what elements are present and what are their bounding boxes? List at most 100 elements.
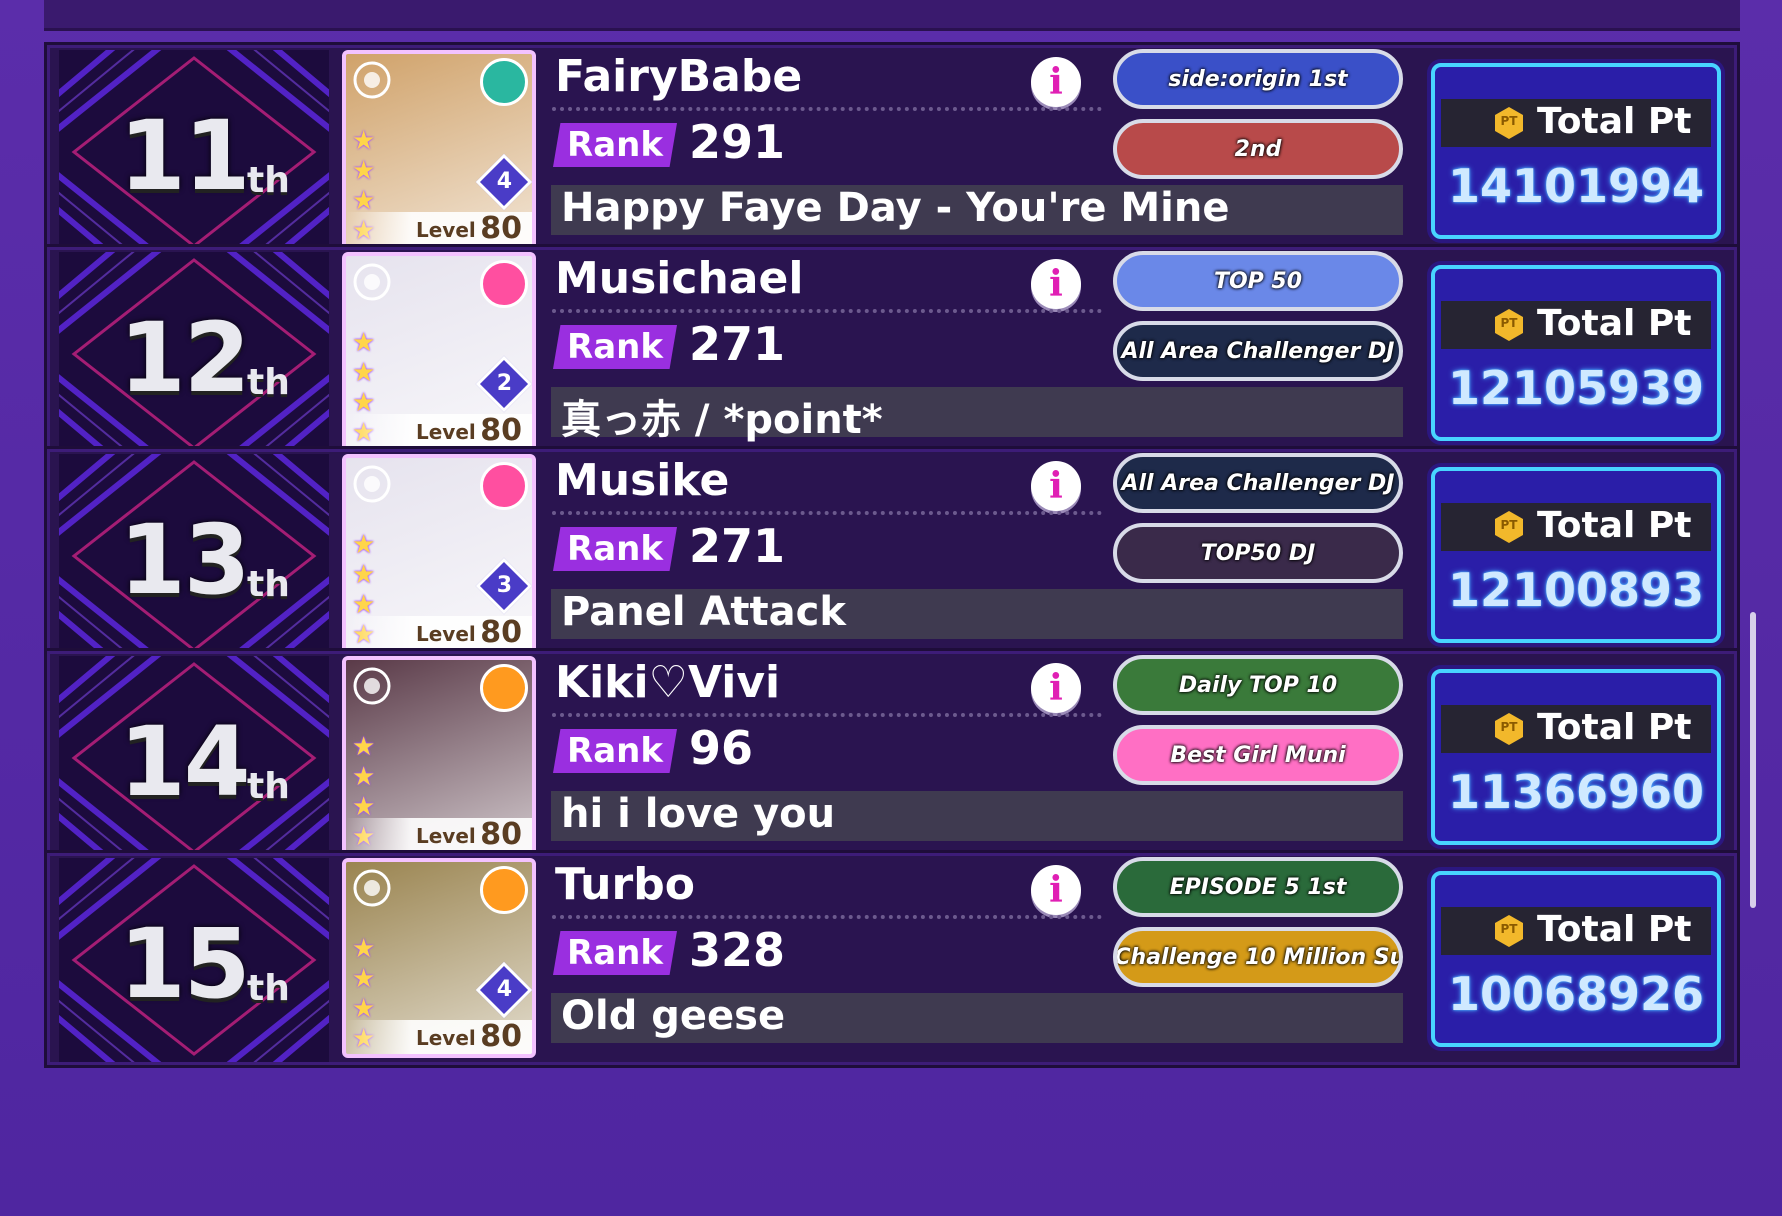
info-button[interactable]: i [1031, 865, 1081, 915]
info-icon: i [1049, 61, 1063, 103]
title-badge-1-text: side:origin 1st [1168, 66, 1348, 92]
title-badge-1-text: TOP 50 [1213, 268, 1303, 294]
player-rank-value: 328 [689, 923, 786, 977]
comment-text: Old geese [561, 993, 786, 1039]
star-icon: ★ [352, 530, 376, 560]
title-badge-1-text: EPISODE 5 1st [1169, 874, 1347, 900]
title-badge-1-text: Daily TOP 10 [1178, 672, 1338, 698]
attribute-icon [480, 664, 528, 712]
title-badge-1: Daily TOP 10 [1113, 655, 1403, 715]
member-card[interactable]: ★ ★ ★ ★ 4 Level 80 [342, 50, 536, 250]
comment-text: hi i love you [561, 791, 836, 837]
title-badge-2: 2nd [1113, 119, 1403, 179]
player-comment: hi i love you [551, 791, 1403, 841]
card-level-label: Level [416, 1026, 476, 1050]
total-points-label: Total Pt [1537, 909, 1692, 950]
card-level-label: Level [416, 420, 476, 444]
rank-suffix: th [247, 766, 290, 807]
info-icon: i [1049, 465, 1063, 507]
attribute-icon [480, 866, 528, 914]
training-count: 4 [496, 169, 513, 195]
rank-label-badge: Rank [553, 527, 677, 571]
member-card[interactable]: ★ ★ ★ ★ 4 Level 80 [342, 858, 536, 1058]
member-card[interactable]: ★ ★ ★ ★ 2 Level 80 [342, 252, 536, 452]
rank-label: Rank [567, 933, 663, 973]
star-icon: ★ [352, 358, 376, 388]
rank-number: 15 [119, 908, 251, 1020]
ranking-row[interactable]: 13 th ★ ★ ★ ★ 3 Level 80 Musike i Rank 2… [44, 446, 1740, 664]
event-point-coin-icon: PT [1495, 107, 1523, 139]
star-icon: ★ [352, 328, 376, 358]
list-top-edge [44, 0, 1740, 31]
title-badge-2: Floor Challenge 10 Million Surpass [1113, 927, 1403, 987]
rank-label: Rank [567, 731, 663, 771]
card-level-value: 80 [480, 413, 522, 448]
rank-tile: 14 th [59, 656, 329, 860]
total-points-value: 14101994 [1447, 159, 1705, 213]
total-points-panel: PT Total Pt 10068926 [1431, 871, 1721, 1047]
rank-suffix: th [247, 564, 290, 605]
star-icon: ★ [352, 762, 376, 792]
ranking-row[interactable]: 12 th ★ ★ ★ ★ 2 Level 80 Musichael i Ran… [44, 244, 1740, 462]
training-count: 4 [496, 977, 513, 1003]
title-badge-2-text: All Area Challenger DJ [1121, 338, 1395, 364]
total-points-label: Total Pt [1537, 101, 1692, 142]
card-level-value: 80 [480, 615, 522, 650]
player-comment: Panel Attack [551, 589, 1403, 639]
member-card[interactable]: ★ ★ ★ ★ 3 Level 80 [342, 454, 536, 654]
comment-text: Happy Faye Day - You're Mine [561, 185, 1230, 231]
total-points-label: Total Pt [1537, 303, 1692, 344]
name-divider [552, 713, 1102, 717]
title-badge-2-text: TOP50 DJ [1200, 540, 1316, 566]
rank-tile: 15 th [59, 858, 329, 1062]
total-points-panel: PT Total Pt 12105939 [1431, 265, 1721, 441]
info-button[interactable]: i [1031, 461, 1081, 511]
ranking-row[interactable]: 11 th ★ ★ ★ ★ 4 Level 80 FairyBabe i Ran… [44, 42, 1740, 260]
rank-suffix: th [247, 362, 290, 403]
player-name: Turbo [555, 859, 695, 910]
total-points-value: 11366960 [1447, 765, 1705, 819]
total-points-header: PT Total Pt [1441, 301, 1711, 349]
training-badge: 3 [475, 557, 532, 615]
total-points-label: Total Pt [1537, 505, 1692, 546]
title-badge-1: TOP 50 [1113, 251, 1403, 311]
card-level-bar: Level 80 [346, 817, 532, 852]
ranking-row[interactable]: 15 th ★ ★ ★ ★ 4 Level 80 Turbo i Rank 32… [44, 850, 1740, 1068]
rank-label-badge: Rank [553, 729, 677, 773]
player-rank-value: 291 [689, 115, 786, 169]
info-button[interactable]: i [1031, 57, 1081, 107]
title-badge-1-text: All Area Challenger DJ [1121, 470, 1395, 496]
training-count: 2 [496, 371, 513, 397]
player-rank-value: 271 [689, 317, 786, 371]
card-band-icon [352, 262, 392, 302]
info-button[interactable]: i [1031, 663, 1081, 713]
name-divider [552, 107, 1102, 111]
ranking-row[interactable]: 14 th ★ ★ ★ ★ Level 80 Kiki♡Vivi i Rank … [44, 648, 1740, 866]
card-level-value: 80 [480, 817, 522, 852]
training-badge: 2 [475, 355, 532, 413]
title-badge-1: All Area Challenger DJ [1113, 453, 1403, 513]
total-points-value: 12105939 [1447, 361, 1705, 415]
info-button[interactable]: i [1031, 259, 1081, 309]
star-icon: ★ [352, 560, 376, 590]
rank-number: 11 [119, 100, 251, 212]
rank-suffix: th [247, 968, 290, 1009]
training-badge: 4 [475, 961, 532, 1019]
total-points-panel: PT Total Pt 11366960 [1431, 669, 1721, 845]
card-level-bar: Level 80 [346, 1019, 532, 1054]
attribute-icon [480, 462, 528, 510]
member-card[interactable]: ★ ★ ★ ★ Level 80 [342, 656, 536, 856]
star-icon: ★ [352, 964, 376, 994]
name-divider [552, 309, 1102, 313]
rank-label-badge: Rank [553, 123, 677, 167]
total-points-value: 10068926 [1447, 967, 1705, 1021]
comment-text: Panel Attack [561, 589, 846, 635]
total-points-header: PT Total Pt [1441, 907, 1711, 955]
rank-number: 12 [119, 302, 251, 414]
scrollbar[interactable] [1750, 612, 1756, 908]
rank-label: Rank [567, 529, 663, 569]
card-band-icon [352, 868, 392, 908]
title-badge-2: All Area Challenger DJ [1113, 321, 1403, 381]
total-points-header: PT Total Pt [1441, 503, 1711, 551]
ranking-list[interactable]: 11 th ★ ★ ★ ★ 4 Level 80 FairyBabe i Ran… [44, 42, 1740, 1216]
